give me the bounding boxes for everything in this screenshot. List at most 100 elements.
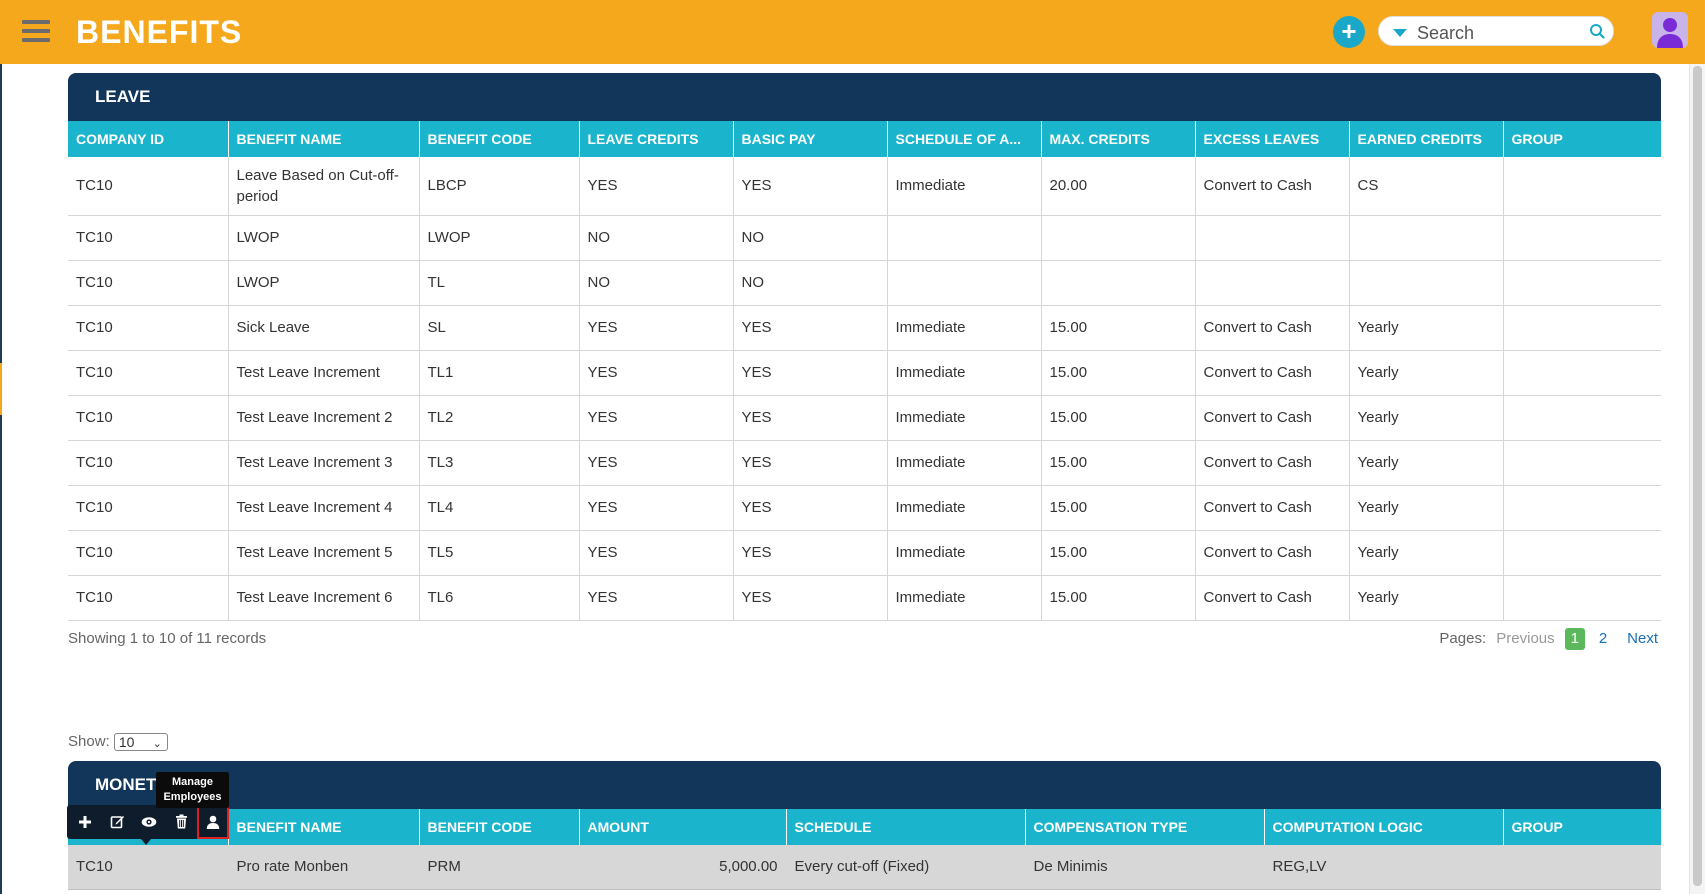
leave-header-row: COMPANY ID BENEFIT NAME BENEFIT CODE LEA… bbox=[68, 121, 1661, 157]
cell-schedule: Immediate bbox=[887, 395, 1042, 441]
delete-row-button[interactable] bbox=[165, 805, 197, 839]
cell-amount: 5,000.00 bbox=[579, 845, 787, 890]
cell-benefit-name: Test Leave Increment 6 bbox=[228, 575, 420, 621]
col-amount[interactable]: AMOUNT bbox=[579, 809, 787, 845]
page-title: BENEFITS bbox=[76, 14, 243, 50]
cell-schedule: Immediate bbox=[887, 440, 1042, 486]
cell-benefit-name: LWOP bbox=[228, 215, 420, 261]
cell-company-id: TC10 bbox=[68, 260, 229, 306]
leave-table: COMPANY ID BENEFIT NAME BENEFIT CODE LEA… bbox=[68, 121, 1661, 621]
cell-max-credits bbox=[1041, 260, 1196, 306]
show-select[interactable]: 10 ⌄ bbox=[113, 733, 168, 752]
col-schedule[interactable]: SCHEDULE OF A... bbox=[887, 121, 1042, 157]
monetary-table: BENEFIT NAME BENEFIT CODE AMOUNT SCHEDUL… bbox=[68, 809, 1661, 890]
previous-page-link[interactable]: Previous bbox=[1496, 630, 1554, 647]
col-benefit-name[interactable]: BENEFIT NAME bbox=[228, 809, 420, 845]
cell-earned-credits: Yearly bbox=[1349, 395, 1504, 441]
plus-circle-icon: + bbox=[1341, 16, 1357, 46]
cell-leave-credits: YES bbox=[579, 440, 734, 486]
table-row[interactable]: TC10 LWOP TL NO NO bbox=[68, 260, 1661, 306]
manage-employees-button[interactable] bbox=[197, 805, 229, 839]
cell-basic-pay: YES bbox=[733, 440, 888, 486]
cell-group bbox=[1503, 260, 1661, 306]
cell-max-credits: 15.00 bbox=[1041, 575, 1196, 621]
col-benefit-name[interactable]: BENEFIT NAME bbox=[228, 121, 420, 157]
cell-leave-credits: YES bbox=[579, 530, 734, 576]
table-row[interactable]: TC10 Test Leave Increment 4 TL4 YES YES Immed… bbox=[68, 485, 1661, 531]
table-row[interactable]: TC10 Leave Based on Cut-off-period LBCP YES… bbox=[68, 157, 1661, 216]
cell-benefit-code: TL4 bbox=[419, 485, 580, 531]
col-benefit-code[interactable]: BENEFIT CODE bbox=[419, 809, 580, 845]
cell-schedule: Immediate bbox=[887, 530, 1042, 576]
table-row[interactable]: TC10 Test Leave Increment 2 TL2 YES YES Immed… bbox=[68, 395, 1661, 441]
cell-excess-leaves: Convert to Cash bbox=[1195, 350, 1350, 396]
next-page-link[interactable]: Next bbox=[1627, 630, 1658, 647]
cell-excess-leaves bbox=[1195, 260, 1350, 306]
leave-panel-header: LEAVE bbox=[68, 73, 1661, 121]
cell-basic-pay: YES bbox=[733, 157, 888, 216]
cell-schedule: Immediate bbox=[887, 305, 1042, 351]
cell-schedule bbox=[887, 260, 1042, 306]
col-earned-credits[interactable]: EARNED CREDITS bbox=[1349, 121, 1504, 157]
search-box[interactable] bbox=[1378, 16, 1614, 46]
edit-row-button[interactable] bbox=[101, 805, 133, 839]
show-entries: Show: 10 ⌄ bbox=[68, 733, 168, 752]
cell-benefit-name: LWOP bbox=[228, 260, 420, 306]
add-button[interactable]: + bbox=[1333, 16, 1365, 48]
tooltip-line-1: Manage bbox=[172, 776, 213, 788]
table-row[interactable]: TC10 Sick Leave SL YES YES Immediate 15.00 Conv… bbox=[68, 305, 1661, 351]
cell-benefit-name: Test Leave Increment 2 bbox=[228, 395, 420, 441]
hamburger-icon[interactable] bbox=[22, 20, 50, 44]
table-row[interactable]: TC10 Pro rate Monben PRM 5,000.00 Every … bbox=[68, 845, 1661, 890]
col-excess-leaves[interactable]: EXCESS LEAVES bbox=[1195, 121, 1350, 157]
page-1-button[interactable]: 1 bbox=[1564, 628, 1585, 650]
add-row-button[interactable] bbox=[69, 805, 101, 839]
cell-basic-pay: YES bbox=[733, 395, 888, 441]
cell-compensation-type: De Minimis bbox=[1025, 845, 1265, 890]
cell-basic-pay: YES bbox=[733, 350, 888, 396]
col-schedule[interactable]: SCHEDULE bbox=[786, 809, 1026, 845]
table-row[interactable]: TC10 LWOP LWOP NO NO bbox=[68, 215, 1661, 261]
search-icon[interactable] bbox=[1589, 23, 1605, 39]
cell-schedule: Immediate bbox=[887, 350, 1042, 396]
table-row[interactable]: TC10 Test Leave Increment 6 TL6 YES YES Immed… bbox=[68, 575, 1661, 621]
cell-earned-credits: CS bbox=[1349, 157, 1504, 216]
user-icon bbox=[206, 815, 220, 829]
col-benefit-code[interactable]: BENEFIT CODE bbox=[419, 121, 580, 157]
col-company-id[interactable]: COMPANY ID bbox=[68, 121, 229, 157]
user-avatar-icon[interactable] bbox=[1652, 12, 1688, 48]
chevron-down-icon: ⌄ bbox=[152, 738, 162, 751]
table-row[interactable]: TC10 Test Leave Increment 5 TL5 YES YES Immed… bbox=[68, 530, 1661, 576]
table-row[interactable]: TC10 Test Leave Increment TL1 YES YES Immedia… bbox=[68, 350, 1661, 396]
cell-leave-credits: YES bbox=[579, 575, 734, 621]
scrollbar-thumb[interactable] bbox=[1693, 66, 1702, 886]
view-row-button[interactable] bbox=[133, 805, 165, 839]
cell-benefit-name: Test Leave Increment 5 bbox=[228, 530, 420, 576]
cell-benefit-name: Sick Leave bbox=[228, 305, 420, 351]
table-row[interactable]: TC10 Test Leave Increment 3 TL3 YES YES Immed… bbox=[68, 440, 1661, 486]
cell-max-credits: 15.00 bbox=[1041, 350, 1196, 396]
col-computation-logic[interactable]: COMPUTATION LOGIC bbox=[1264, 809, 1504, 845]
col-group[interactable]: GROUP bbox=[1503, 809, 1661, 845]
cell-max-credits: 15.00 bbox=[1041, 395, 1196, 441]
cell-company-id: TC10 bbox=[68, 350, 229, 396]
cell-excess-leaves: Convert to Cash bbox=[1195, 305, 1350, 351]
cell-benefit-code: SL bbox=[419, 305, 580, 351]
col-compensation-type[interactable]: COMPENSATION TYPE bbox=[1025, 809, 1265, 845]
page-2-button[interactable]: 2 bbox=[1593, 628, 1613, 650]
cell-benefit-code: TL5 bbox=[419, 530, 580, 576]
search-input[interactable] bbox=[1415, 21, 1589, 45]
cell-schedule: Immediate bbox=[887, 485, 1042, 531]
cell-benefit-name: Leave Based on Cut-off-period bbox=[228, 157, 420, 216]
col-basic-pay[interactable]: BASIC PAY bbox=[733, 121, 888, 157]
cell-company-id: TC10 bbox=[68, 305, 229, 351]
manage-employees-tooltip: Manage Employees bbox=[156, 772, 229, 808]
search-filter-caret-icon[interactable] bbox=[1393, 29, 1407, 37]
col-leave-credits[interactable]: LEAVE CREDITS bbox=[579, 121, 734, 157]
cell-excess-leaves: Convert to Cash bbox=[1195, 530, 1350, 576]
cell-leave-credits: YES bbox=[579, 157, 734, 216]
cell-max-credits: 15.00 bbox=[1041, 485, 1196, 531]
cell-group bbox=[1503, 215, 1661, 261]
col-max-credits[interactable]: MAX. CREDITS bbox=[1041, 121, 1196, 157]
col-group[interactable]: GROUP bbox=[1503, 121, 1661, 157]
